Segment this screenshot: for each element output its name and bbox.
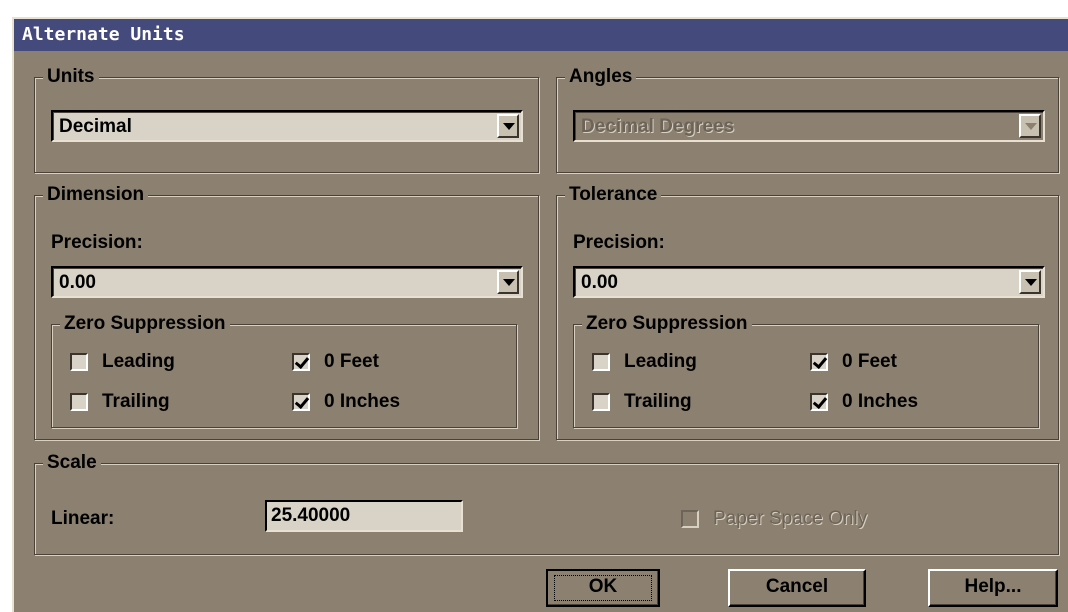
dimension-feet-box[interactable] bbox=[292, 353, 310, 371]
dimension-legend: Dimension bbox=[43, 183, 149, 207]
ok-button[interactable]: OK bbox=[546, 569, 660, 607]
units-dropdown-arrow-icon[interactable] bbox=[497, 114, 519, 138]
tolerance-leading-label[interactable]: Leading bbox=[624, 350, 697, 374]
dimension-inches-label[interactable]: 0 Inches bbox=[324, 390, 400, 414]
tolerance-zero-suppression-legend: Zero Suppression bbox=[582, 312, 752, 336]
units-group: Units Decimal bbox=[34, 65, 539, 173]
help-button[interactable]: Help... bbox=[928, 569, 1058, 607]
tolerance-zero-suppression-group: Zero Suppression Leading Trailing 0 Feet… bbox=[573, 312, 1039, 428]
dialog-title: Alternate Units bbox=[14, 19, 1068, 51]
dimension-precision-value: 0.00 bbox=[59, 272, 96, 293]
dimension-trailing-label[interactable]: Trailing bbox=[102, 390, 170, 414]
dimension-zero-suppression-legend: Zero Suppression bbox=[60, 312, 230, 336]
linear-scale-input[interactable]: 25.40000 bbox=[265, 500, 463, 532]
tolerance-feet-box[interactable] bbox=[810, 353, 828, 371]
angles-legend: Angles bbox=[565, 65, 637, 89]
scale-legend: Scale bbox=[43, 451, 101, 475]
tolerance-legend: Tolerance bbox=[565, 183, 662, 207]
dimension-precision-select[interactable]: 0.00 bbox=[51, 266, 523, 298]
dimension-leading-label[interactable]: Leading bbox=[102, 350, 175, 374]
dimension-group: Dimension Precision: 0.00 Zero Suppressi… bbox=[34, 183, 539, 440]
dimension-zero-suppression-group: Zero Suppression Leading Trailing 0 Feet… bbox=[51, 312, 517, 428]
tolerance-precision-arrow-icon[interactable] bbox=[1019, 270, 1041, 294]
help-button-label: Help... bbox=[964, 576, 1022, 597]
dimension-precision-label: Precision: bbox=[51, 232, 143, 253]
units-legend: Units bbox=[43, 65, 99, 89]
linear-label: Linear: bbox=[51, 508, 115, 529]
tolerance-leading-box[interactable] bbox=[592, 353, 610, 371]
paper-space-only-box bbox=[681, 510, 699, 528]
dimension-leading-box[interactable] bbox=[70, 353, 88, 371]
units-select[interactable]: Decimal bbox=[51, 110, 523, 142]
dimension-trailing-box[interactable] bbox=[70, 393, 88, 411]
cancel-button-label: Cancel bbox=[765, 576, 829, 597]
tolerance-trailing-label[interactable]: Trailing bbox=[624, 390, 692, 414]
tolerance-trailing-box[interactable] bbox=[592, 393, 610, 411]
tolerance-precision-label: Precision: bbox=[573, 232, 665, 253]
scale-group: Scale Linear: 25.40000 Paper Space Only bbox=[34, 451, 1059, 555]
alternate-units-dialog: Alternate Units Units Decimal Angles Dec… bbox=[12, 17, 1068, 612]
ok-button-label: OK bbox=[588, 576, 618, 597]
tolerance-precision-select[interactable]: 0.00 bbox=[573, 266, 1045, 298]
angles-select-value: Decimal Degrees bbox=[581, 116, 735, 137]
cancel-button[interactable]: Cancel bbox=[728, 569, 866, 607]
angles-dropdown-arrow-icon bbox=[1019, 114, 1041, 138]
tolerance-group: Tolerance Precision: 0.00 Zero Suppressi… bbox=[556, 183, 1059, 440]
units-select-value: Decimal bbox=[59, 116, 132, 137]
tolerance-inches-label[interactable]: 0 Inches bbox=[842, 390, 918, 414]
tolerance-inches-box[interactable] bbox=[810, 393, 828, 411]
tolerance-precision-value: 0.00 bbox=[581, 272, 618, 293]
dimension-feet-label[interactable]: 0 Feet bbox=[324, 350, 379, 374]
dimension-precision-arrow-icon[interactable] bbox=[497, 270, 519, 294]
linear-scale-value: 25.40000 bbox=[271, 505, 351, 526]
angles-select: Decimal Degrees bbox=[573, 110, 1045, 142]
dimension-inches-box[interactable] bbox=[292, 393, 310, 411]
angles-group: Angles Decimal Degrees bbox=[556, 65, 1059, 173]
tolerance-feet-label[interactable]: 0 Feet bbox=[842, 350, 897, 374]
paper-space-only-label: Paper Space Only bbox=[713, 508, 868, 529]
